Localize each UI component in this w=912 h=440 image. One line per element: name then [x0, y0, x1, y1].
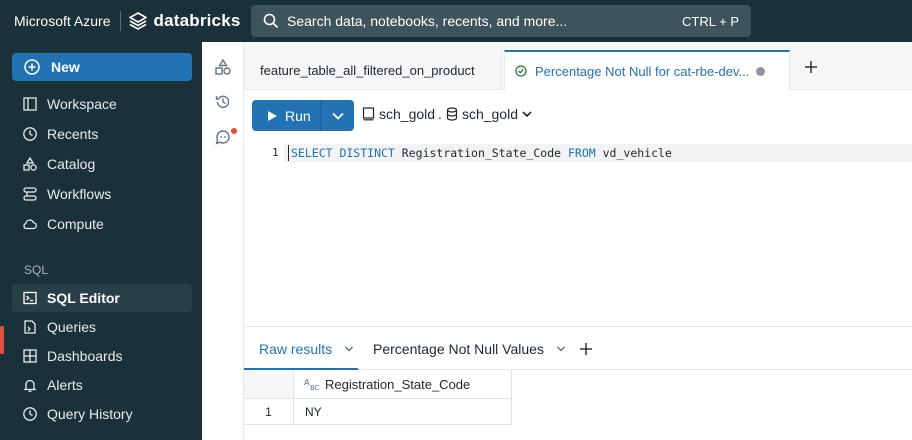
- brand-divider: [120, 11, 122, 31]
- sidebar-item-sql-editor[interactable]: SQL Editor: [12, 284, 192, 312]
- string-type-icon: A B C: [304, 378, 320, 391]
- svg-text:C: C: [315, 384, 320, 391]
- queries-icon: [24, 320, 36, 334]
- check-circle-icon: [515, 65, 527, 77]
- assistant-icon[interactable]: [214, 128, 232, 146]
- separator-dot: .: [438, 106, 442, 122]
- sql-column: Registration_State_Code: [401, 146, 562, 160]
- databricks-wordmark: databricks: [153, 11, 241, 30]
- schema-browser-icon[interactable]: [214, 58, 232, 76]
- sql-table: vd_vehicle: [602, 146, 672, 160]
- sidebar-item-label: Query History: [47, 406, 133, 422]
- workspace-icon: [23, 97, 37, 111]
- sidebar: New Workspace Recents Catalog Workflows: [0, 42, 202, 440]
- tab-feature-table[interactable]: feature_table_all_filtered_on_product: [244, 50, 502, 90]
- new-button[interactable]: New: [12, 53, 192, 81]
- play-icon: [268, 110, 277, 121]
- line-number: 1: [272, 146, 279, 159]
- databricks-logo[interactable]: databricks: [129, 11, 240, 31]
- schema-name: sch_gold: [461, 106, 518, 122]
- clock-icon: [23, 127, 37, 141]
- history-icon[interactable]: [214, 93, 232, 111]
- sql-editor-icon: [23, 291, 37, 305]
- cloud-icon: [23, 219, 37, 230]
- sidebar-item-recents[interactable]: Recents: [12, 120, 192, 148]
- column-header-label: Registration_State_Code: [325, 376, 471, 392]
- sidebar-item-queries[interactable]: Queries: [12, 313, 192, 341]
- editor-side-rail: [202, 42, 244, 440]
- sidebar-item-query-history[interactable]: Query History: [12, 400, 192, 428]
- sidebar-item-label: Compute: [47, 216, 104, 232]
- tab-percentage-not-null-values[interactable]: Percentage Not Null Values: [373, 341, 566, 357]
- sidebar-item-workspace[interactable]: Workspace: [12, 90, 192, 118]
- add-tab-icon[interactable]: [804, 60, 818, 74]
- search-icon: [263, 13, 279, 29]
- sidebar-item-catalog[interactable]: Catalog: [12, 150, 192, 178]
- workflows-icon: [23, 187, 37, 201]
- search-placeholder: Search data, notebooks, recents, and mor…: [287, 13, 568, 29]
- sql-keyword: FROM: [567, 146, 596, 160]
- microsoft-azure-label: Microsoft Azure: [14, 13, 111, 29]
- bell-icon: [23, 379, 37, 392]
- chevron-down-icon: [331, 112, 344, 120]
- run-control: Run: [252, 100, 354, 131]
- sidebar-item-dashboards[interactable]: Dashboards: [12, 342, 192, 370]
- sidebar-item-workflows[interactable]: Workflows: [12, 180, 192, 208]
- sidebar-item-label: Workspace: [47, 96, 117, 112]
- active-indicator: [0, 326, 4, 354]
- tab-label: Raw results: [259, 341, 333, 357]
- sidebar-item-compute[interactable]: Compute: [12, 210, 192, 238]
- sidebar-item-label: Alerts: [47, 377, 83, 393]
- tab-raw-results[interactable]: Raw results: [259, 341, 354, 357]
- unsaved-indicator: [756, 67, 765, 76]
- catalog-schema-selector[interactable]: sch_gold . sch_gold: [362, 106, 537, 122]
- table-cell[interactable]: NY: [294, 399, 512, 425]
- tab-label: Percentage Not Null Values: [373, 341, 544, 357]
- sidebar-item-label: Workflows: [47, 186, 112, 202]
- tab-label: Percentage Not Null for cat-rbe-dev...: [535, 63, 750, 79]
- query-tabs-bar: feature_table_all_filtered_on_product Pe…: [244, 42, 912, 90]
- run-button[interactable]: Run: [252, 100, 320, 131]
- row-index: 1: [244, 399, 294, 425]
- catalog-name: sch_gold: [379, 106, 436, 122]
- global-search-input[interactable]: Search data, notebooks, recents, and mor…: [251, 5, 751, 37]
- database-icon: [446, 107, 458, 121]
- new-button-label: New: [51, 59, 80, 75]
- code-line-1[interactable]: SELECT DISTINCT Registration_State_Code …: [291, 146, 672, 160]
- text-cursor: [288, 145, 289, 161]
- column-header[interactable]: A B C Registration_State_Code: [294, 370, 512, 399]
- sidebar-item-label: Recents: [47, 126, 99, 142]
- databricks-logo-icon: [129, 12, 148, 30]
- sql-code-editor[interactable]: 1 SELECT DISTINCT Registration_State_Cod…: [244, 142, 912, 326]
- catalog-book-icon: [362, 107, 375, 121]
- chevron-down-icon[interactable]: [344, 345, 354, 353]
- results-table: A B C Registration_State_Code 1 NY: [244, 370, 514, 440]
- sidebar-item-label: Queries: [47, 319, 97, 335]
- sidebar-item-alerts[interactable]: Alerts: [12, 371, 192, 399]
- sidebar-item-label: Catalog: [47, 156, 96, 172]
- tab-label: feature_table_all_filtered_on_product: [260, 62, 475, 78]
- plus-circle-icon: [24, 59, 40, 75]
- search-shortcut: CTRL + P: [682, 13, 739, 29]
- catalog-icon: [23, 156, 37, 171]
- results-tabs-bar: Raw results Percentage Not Null Values: [244, 326, 912, 370]
- top-bar: Microsoft Azure databricks Search data, …: [0, 0, 912, 42]
- chevron-down-icon: [522, 111, 532, 118]
- dashboards-icon: [23, 349, 37, 363]
- row-index-header: [244, 370, 294, 399]
- history-icon: [23, 407, 37, 421]
- sql-keyword: SELECT DISTINCT: [291, 146, 395, 160]
- sidebar-item-label: Dashboards: [47, 348, 123, 364]
- sidebar-item-label: SQL Editor: [47, 290, 120, 306]
- run-options-button[interactable]: [320, 100, 354, 131]
- sidebar-section-sql: SQL: [24, 263, 49, 277]
- run-button-label: Run: [285, 107, 311, 124]
- chevron-down-icon[interactable]: [556, 345, 566, 353]
- notification-dot: [231, 128, 237, 134]
- add-visualization-icon[interactable]: [579, 342, 593, 356]
- tab-percentage-not-null[interactable]: Percentage Not Null for cat-rbe-dev...: [504, 50, 790, 90]
